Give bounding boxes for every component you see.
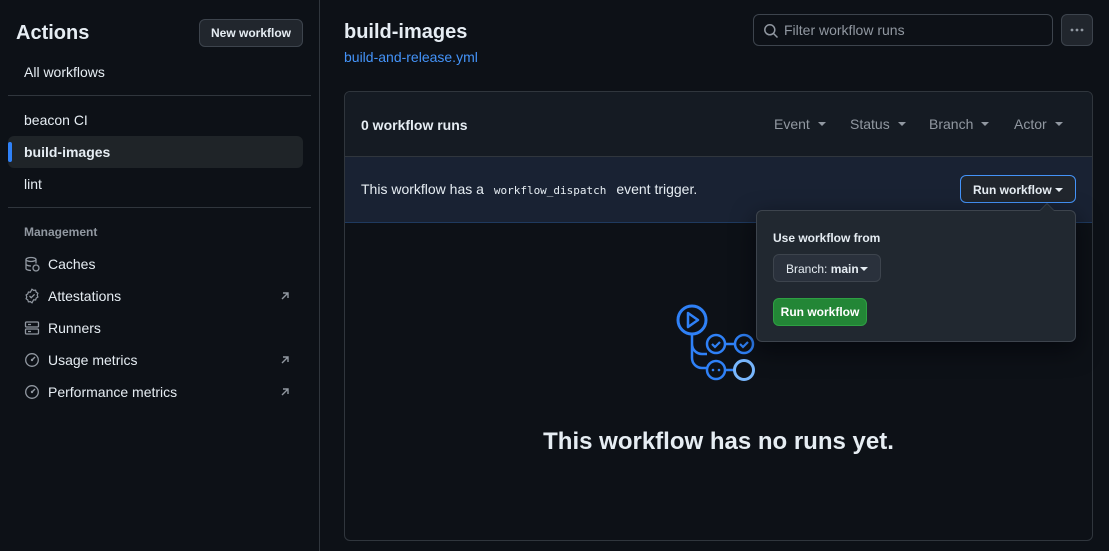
sidebar-title: Actions [16,22,90,44]
dispatch-text-before: This workflow has a [361,181,484,197]
branch-prefix: Branch: [786,262,828,276]
run-workflow-submit-button[interactable]: Run workflow [773,298,867,326]
empty-state-message: This workflow has no runs yet. [543,428,894,455]
filter-status-label: Status [850,116,890,132]
database-icon [25,256,40,272]
dispatch-code: workflow_dispatch [493,184,607,197]
branch-value: main [830,262,859,276]
filter-branch-label: Branch [929,116,974,132]
runs-header: 0 workflow runs Event Status Branch Acto… [345,92,1092,157]
arrow-up-right-icon [281,292,289,300]
branch-select-text: Branch: main [786,262,859,276]
run-workflow-popover: Use workflow from Branch: main Run workf… [756,203,1076,342]
sidebar: Actions New workflow All workflows beaco… [0,0,320,551]
sidebar-item-caches[interactable]: Caches [8,248,303,280]
sidebar-item-build-images[interactable]: build-images [8,136,303,168]
workflow-title: build-images [344,21,468,43]
sidebar-item-performance-metrics[interactable]: Performance metrics [8,376,303,408]
branch-select-button[interactable]: Branch: main [773,254,881,282]
use-workflow-from-label: Use workflow from [773,231,881,245]
caret-down-icon [1054,122,1063,126]
caret-down-icon [817,122,826,126]
workflow-file-link[interactable]: build-and-release.yml [344,49,478,65]
sidebar-item-label: Usage metrics [48,352,138,368]
filter-runs-search[interactable] [753,14,1053,46]
new-workflow-button[interactable]: New workflow [199,19,303,47]
sidebar-item-label: Runners [48,320,101,336]
management-heading: Management [24,225,98,239]
filter-branch-button[interactable]: Branch [929,116,990,132]
caret-down-icon [897,122,906,126]
meter-icon [25,353,39,367]
sidebar-divider [8,207,311,208]
filter-event-button[interactable]: Event [774,116,826,132]
more-options-button[interactable] [1061,14,1093,46]
arrow-up-right-icon [281,388,289,396]
sidebar-item-attestations[interactable]: Attestations [8,280,303,312]
run-workflow-dropdown-button[interactable]: Run workflow [960,175,1076,203]
runs-count: 0 workflow runs [361,117,468,133]
sidebar-item-label: build-images [24,144,111,160]
sidebar-header: Actions New workflow [16,19,303,51]
filter-actor-button[interactable]: Actor [1014,116,1063,132]
dispatch-message: This workflow has a workflow_dispatch ev… [361,181,697,197]
sidebar-item-usage-metrics[interactable]: Usage metrics [8,344,303,376]
verified-icon [25,288,39,304]
sidebar-item-label: Attestations [48,288,122,304]
sidebar-item-label: Caches [48,256,96,272]
filter-runs-input[interactable] [784,15,1044,45]
sidebar-item-label: All workflows [24,64,105,80]
sidebar-item-label: beacon CI [24,112,88,128]
filter-event-label: Event [774,116,810,132]
caret-down-icon [860,267,868,271]
sidebar-item-label: lint [24,176,42,192]
search-icon [764,24,779,39]
sidebar-item-lint[interactable]: lint [8,168,303,200]
sidebar-item-label: Performance metrics [48,384,178,400]
caret-down-icon [981,122,990,126]
filter-actor-label: Actor [1014,116,1047,132]
kebab-horizontal-icon [1070,28,1084,32]
caret-down-icon [1055,188,1063,192]
sidebar-item-beacon-ci[interactable]: beacon CI [8,104,303,136]
dispatch-text-after: event trigger. [616,181,698,197]
meter-icon [25,385,39,399]
sidebar-item-all-workflows[interactable]: All workflows [8,56,303,88]
run-workflow-label: Run workflow [973,183,1052,197]
sidebar-divider [8,95,311,96]
server-icon [24,321,40,335]
sidebar-item-runners[interactable]: Runners [8,312,303,344]
filter-status-button[interactable]: Status [850,116,906,132]
arrow-up-right-icon [281,356,289,364]
workflow-graph-icon [676,304,755,381]
